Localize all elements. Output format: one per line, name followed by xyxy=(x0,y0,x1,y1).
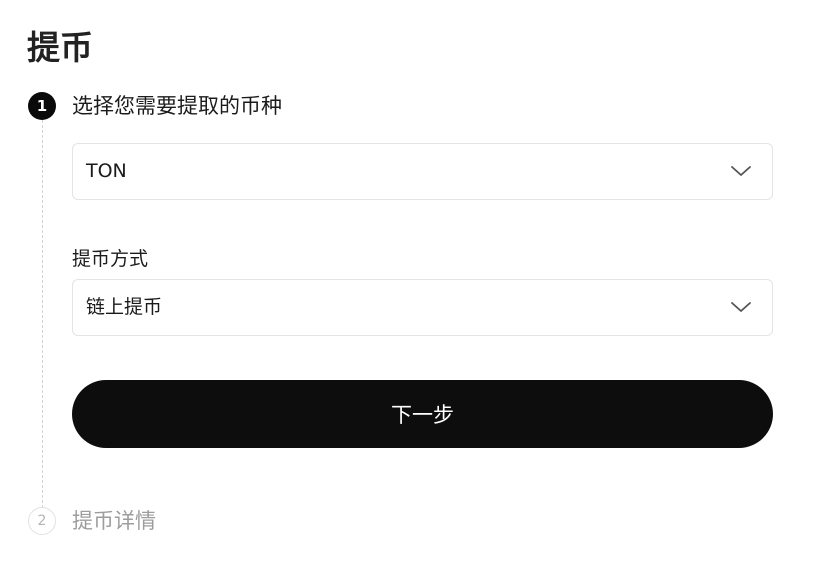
step-2-badge: 2 xyxy=(28,507,56,535)
chevron-down-icon xyxy=(731,166,751,176)
withdraw-method-label: 提币方式 xyxy=(72,248,149,270)
withdraw-page: 提币 1 选择您需要提取的币种 TON 提币方式 链上提币 下一步 2 提币详情 xyxy=(0,0,831,564)
step-1-title: 选择您需要提取的币种 xyxy=(72,94,282,118)
step-1-badge: 1 xyxy=(28,92,56,120)
page-title: 提币 xyxy=(27,28,93,67)
coin-select[interactable]: TON xyxy=(72,143,773,200)
withdraw-method-select[interactable]: 链上提币 xyxy=(72,279,773,336)
coin-select-value: TON xyxy=(86,160,127,182)
withdraw-method-value: 链上提币 xyxy=(86,296,163,318)
step-2-title[interactable]: 提币详情 xyxy=(72,507,156,535)
chevron-down-icon xyxy=(731,302,751,312)
step-connector-line xyxy=(42,120,43,508)
next-step-button[interactable]: 下一步 xyxy=(72,380,773,448)
